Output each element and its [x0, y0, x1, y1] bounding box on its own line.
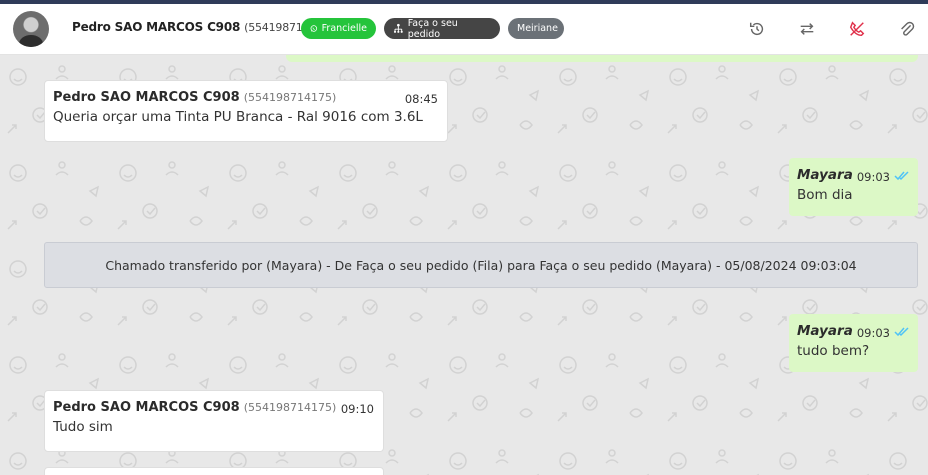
contact-name: Pedro SAO MARCOS C908	[72, 20, 241, 34]
incoming-message[interactable]: Pedro SAO MARCOS C908 (554198714175) 08:4…	[44, 80, 448, 142]
message-text: Tudo sim	[53, 419, 113, 435]
message-text: Queria orçar uma Tinta PU Branca - Ral 9…	[53, 109, 423, 125]
end-call-button[interactable]	[847, 19, 867, 39]
attach-icon	[901, 21, 915, 36]
tag-label: Meiriane	[517, 23, 558, 34]
tag-queue[interactable]: Faça o seu pedido	[384, 17, 500, 40]
queue-icon	[393, 23, 403, 33]
history-icon	[749, 22, 764, 36]
message-text: Bom dia	[797, 187, 853, 203]
message-time: 09:03	[856, 170, 890, 184]
incoming-message[interactable]: Pedro SAO MARCOS C908 (554198714175) 09:1…	[44, 390, 384, 452]
contact-avatar[interactable]	[13, 11, 49, 47]
transfer-icon	[800, 23, 814, 35]
message-time: 08:45	[404, 92, 438, 106]
attach-button[interactable]	[897, 19, 917, 39]
sender-name: Pedro SAO MARCOS C908	[53, 90, 240, 105]
chat-header: Pedro SAO MARCOS C908 (554198714175) Fra…	[0, 4, 928, 55]
tag-agent-meiriane[interactable]: Meiriane	[508, 18, 564, 39]
tag-label: Francielle	[321, 23, 367, 34]
notice-text: Chamado transferido por (Mayara) - De Fa…	[105, 257, 857, 273]
message-time: 09:10	[340, 402, 374, 416]
end-call-icon	[849, 21, 865, 37]
message-time: 09:03	[856, 326, 890, 340]
incoming-message-partial[interactable]	[44, 467, 384, 475]
history-button[interactable]	[747, 19, 767, 39]
tag-label: Faça o seu pedido	[407, 17, 458, 40]
sender-number: (554198714175)	[243, 401, 337, 414]
previous-outgoing-bubble	[286, 55, 918, 62]
transfer-notice: Chamado transferido por (Mayara) - De Fa…	[44, 242, 918, 288]
tag-agent-francielle[interactable]: Francielle	[301, 18, 376, 39]
whatsapp-icon	[310, 25, 318, 32]
read-check-icon	[894, 327, 909, 337]
contact-title: Pedro SAO MARCOS C908 (554198714175)	[72, 20, 334, 34]
sender-number: (554198714175)	[243, 91, 337, 104]
message-text: tudo bem?	[797, 343, 870, 359]
transfer-button[interactable]	[797, 19, 817, 39]
message-sender: Pedro SAO MARCOS C908 (554198714175)	[53, 90, 439, 105]
chat-messages-area[interactable]: Pedro SAO MARCOS C908 (554198714175) 08:4…	[0, 55, 928, 475]
outgoing-message[interactable]: Mayara 09:03 tudo bem?	[789, 314, 918, 372]
read-check-icon	[894, 171, 909, 181]
outgoing-message[interactable]: Mayara 09:03 Bom dia	[789, 158, 918, 216]
sender-name: Pedro SAO MARCOS C908	[53, 400, 240, 415]
message-sender: Pedro SAO MARCOS C908 (554198714175)	[53, 400, 375, 415]
